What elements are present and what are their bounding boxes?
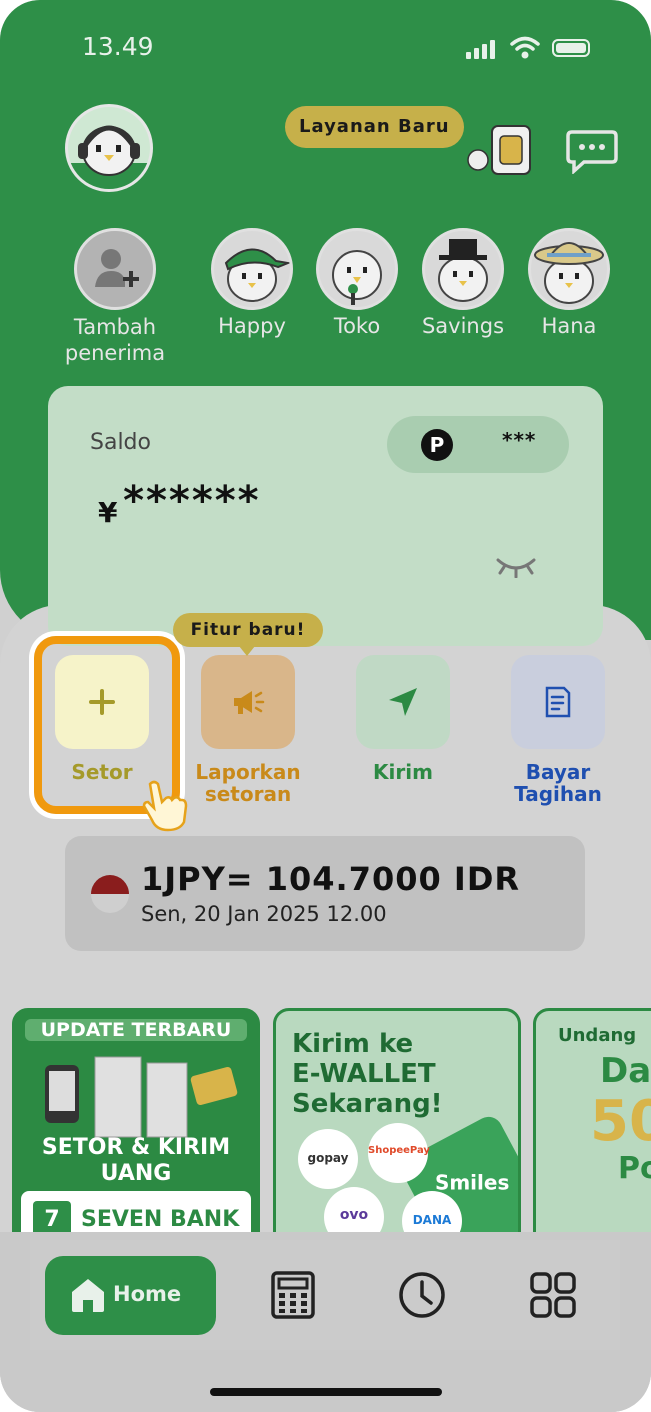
recipient-label: Hana bbox=[541, 314, 597, 338]
banner-line: 50 bbox=[590, 1089, 651, 1154]
banner-line: Da bbox=[600, 1051, 651, 1091]
banner-line: Kirim ke bbox=[292, 1029, 414, 1059]
bill-icon bbox=[511, 655, 605, 749]
currency-symbol: ¥ bbox=[98, 496, 118, 529]
chat-icon[interactable] bbox=[566, 128, 618, 174]
banner-line: Undang bbox=[558, 1025, 637, 1046]
banner-line: Po bbox=[618, 1151, 651, 1186]
pay-bills-label: Bayar Tagihan bbox=[514, 760, 602, 806]
points-pill[interactable]: P *** bbox=[387, 416, 569, 473]
profile-avatar[interactable] bbox=[65, 104, 153, 192]
calculator-icon[interactable] bbox=[268, 1270, 318, 1320]
atm-illustration-icon bbox=[45, 1056, 238, 1138]
dana-label: DANA bbox=[412, 1213, 452, 1227]
sim-card-icon[interactable] bbox=[466, 120, 536, 180]
eye-closed-icon[interactable] bbox=[494, 554, 538, 578]
menu-grid-icon[interactable] bbox=[528, 1270, 578, 1320]
report-deposit-button[interactable]: Laporkan setoran bbox=[178, 655, 318, 805]
status-time: 13.49 bbox=[82, 32, 154, 61]
masked-balance: ****** bbox=[123, 478, 261, 524]
bird-avatar-icon bbox=[68, 125, 150, 189]
exchange-rate-value: 1JPY= 104.7000 IDR bbox=[141, 860, 521, 898]
status-bar: 13.49 bbox=[0, 32, 651, 68]
banner-title: UPDATE TERBARU bbox=[25, 1019, 247, 1041]
add-user-icon bbox=[74, 228, 156, 310]
phone-screen: 13.49 Layanan Baru Tambah penerima Happy… bbox=[0, 0, 651, 1412]
seven-bank-name: SEVEN BANK bbox=[81, 1207, 240, 1232]
exchange-rate-card[interactable]: 1JPY= 104.7000 IDR Sen, 20 Jan 2025 12.0… bbox=[65, 836, 585, 951]
bird-mic-avatar-icon bbox=[316, 228, 398, 310]
balance-label: Saldo bbox=[90, 430, 151, 455]
home-icon bbox=[72, 1279, 104, 1312]
banner-line: E-WALLET bbox=[292, 1059, 436, 1089]
send-plane-icon bbox=[356, 655, 450, 749]
recipient-savings[interactable]: Savings bbox=[408, 228, 518, 338]
nav-home-label: Home bbox=[113, 1282, 182, 1306]
exchange-rate-date: Sen, 20 Jan 2025 12.00 bbox=[141, 902, 387, 926]
recipient-hana[interactable]: Hana bbox=[514, 228, 624, 338]
recipient-label: Tambah penerima bbox=[64, 315, 166, 365]
recipient-label: Toko bbox=[333, 314, 381, 338]
banner-ewallet[interactable]: Kirim ke E-WALLET Sekarang! Smiles gopay… bbox=[273, 1008, 521, 1248]
recipient-toko[interactable]: Toko bbox=[302, 228, 412, 338]
pointing-hand-icon bbox=[142, 780, 188, 832]
gopay-logo: gopay bbox=[298, 1129, 358, 1189]
indonesia-flag-icon bbox=[91, 875, 129, 913]
points-icon: P bbox=[421, 429, 453, 461]
pay-bills-button[interactable]: Bayar Tagihan bbox=[488, 655, 628, 805]
shopeepay-label: ShopeePay bbox=[368, 1145, 430, 1156]
banner-line: UANG bbox=[100, 1161, 172, 1186]
banner-line: SETOR & KIRIM bbox=[41, 1135, 231, 1160]
recipient-label: Happy bbox=[218, 314, 286, 338]
bird-sunhat-avatar-icon bbox=[528, 228, 610, 310]
balance-card: Saldo P *** ¥ ****** bbox=[48, 386, 603, 646]
banner-invite[interactable]: Undang Da 50 Po bbox=[533, 1008, 651, 1248]
megaphone-icon bbox=[201, 655, 295, 749]
recipient-happy[interactable]: Happy bbox=[197, 228, 307, 338]
send-button[interactable]: Kirim bbox=[333, 655, 473, 783]
recipient-add[interactable]: Tambah penerima bbox=[60, 228, 170, 366]
nav-home-button[interactable]: Home bbox=[45, 1256, 216, 1335]
bird-cap-avatar-icon bbox=[211, 228, 293, 310]
ovo-label: ovo bbox=[339, 1207, 369, 1223]
report-deposit-label: Laporkan setoran bbox=[195, 760, 301, 806]
send-label: Kirim bbox=[373, 760, 433, 784]
battery-icon bbox=[552, 39, 590, 57]
wifi-icon bbox=[510, 36, 540, 59]
banner-line: Sekarang! bbox=[292, 1089, 443, 1119]
signal-icon bbox=[466, 40, 498, 59]
balance-amount: ¥ ****** bbox=[98, 478, 261, 529]
recipient-label: Savings bbox=[421, 314, 505, 338]
banner-seven-bank[interactable]: UPDATE TERBARU SETOR & KIRIM UANG 7 SEVE… bbox=[12, 1008, 260, 1248]
bird-hat-avatar-icon bbox=[422, 228, 504, 310]
new-feature-badge: Fitur baru! bbox=[173, 613, 323, 656]
points-value: *** bbox=[502, 428, 537, 452]
gopay-label: gopay bbox=[307, 1151, 349, 1165]
shopeepay-logo: ShopeePay bbox=[368, 1123, 430, 1183]
history-clock-icon[interactable] bbox=[397, 1270, 447, 1320]
new-service-badge[interactable]: Layanan Baru bbox=[285, 106, 464, 148]
home-indicator[interactable] bbox=[210, 1388, 442, 1396]
